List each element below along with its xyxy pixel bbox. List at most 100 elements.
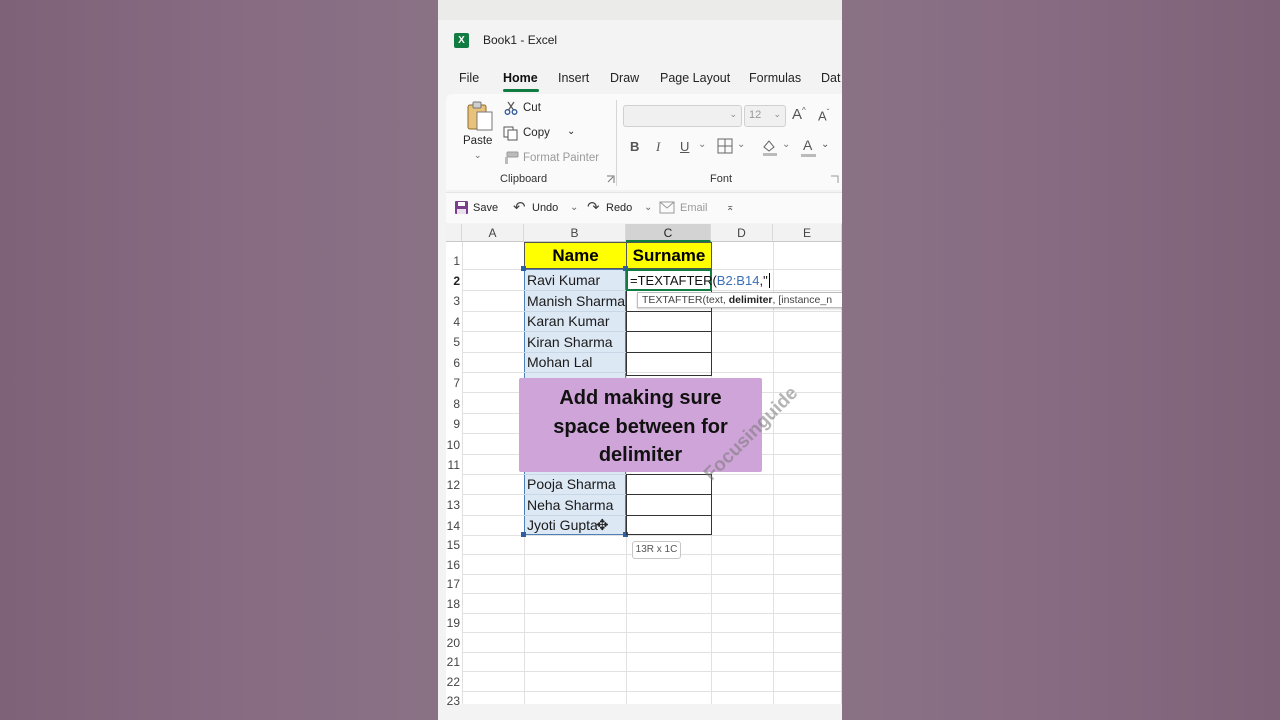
column-header-e[interactable]: E (773, 224, 842, 242)
font-group-label: Font (710, 173, 733, 185)
row-header-11[interactable]: 11 (446, 458, 462, 472)
paste-dropdown-icon[interactable]: ⌄ (474, 150, 482, 161)
save-icon[interactable] (454, 200, 469, 215)
row-header-5[interactable]: 5 (446, 335, 462, 349)
row-header-20[interactable]: 20 (446, 636, 462, 650)
row-header-14[interactable]: 14 (446, 519, 462, 533)
cell-b2[interactable]: Ravi Kumar (524, 272, 626, 288)
underline-button[interactable]: U (680, 139, 689, 154)
redo-button[interactable]: Redo (606, 202, 632, 214)
undo-icon[interactable]: ↶ (513, 198, 526, 216)
font-color-dropdown-icon[interactable]: ⌄ (821, 139, 829, 150)
font-size-value: 12 (749, 109, 762, 121)
cell-b6[interactable]: Mohan Lal (524, 354, 626, 370)
row-header-22[interactable]: 22 (446, 675, 462, 689)
active-cell-c2[interactable]: =TEXTAFTER(B2:B14," (626, 269, 770, 291)
cell-b13[interactable]: Neha Sharma (524, 497, 626, 513)
cell-c1-surname-header[interactable]: Surname (626, 242, 712, 269)
formula-range-ref: B2:B14 (716, 273, 760, 288)
tab-home[interactable]: Home (503, 71, 538, 85)
title-bar: X Book1 - Excel (438, 24, 842, 58)
function-argument-tooltip[interactable]: TEXTAFTER(text, delimiter, [instance_n (637, 292, 842, 308)
gridline (462, 632, 842, 633)
cell-b3[interactable]: Manish Sharma (524, 293, 626, 309)
row-header-1[interactable]: 1 (446, 254, 462, 268)
row-header-18[interactable]: 18 (446, 597, 462, 611)
cell-b14[interactable]: Jyoti Gupta (524, 517, 626, 533)
fill-color-dropdown-icon[interactable]: ⌄ (782, 139, 790, 150)
tab-formulas[interactable]: Formulas (749, 71, 801, 85)
format-painter-button[interactable]: Format Painter (523, 152, 599, 164)
row-header-16[interactable]: 16 (446, 558, 462, 572)
cell-b5[interactable]: Kiran Sharma (524, 334, 626, 350)
row-header-17[interactable]: 17 (446, 577, 462, 591)
tab-page-layout[interactable]: Page Layout (660, 71, 730, 85)
range-handle[interactable] (521, 266, 526, 271)
row-header-6[interactable]: 6 (446, 356, 462, 370)
column-header-c[interactable]: C (626, 224, 711, 242)
undo-dropdown-icon[interactable]: ⌄ (570, 202, 578, 213)
column-header-b[interactable]: B (524, 224, 626, 242)
gridline (462, 691, 842, 692)
gridline (462, 652, 842, 653)
format-painter-icon[interactable] (503, 151, 519, 165)
tab-data[interactable]: Dat (821, 71, 840, 85)
copy-button[interactable]: Copy (523, 127, 550, 139)
row-header-7[interactable]: 7 (446, 376, 462, 390)
scissors-icon[interactable] (504, 101, 518, 115)
borders-dropdown-icon[interactable]: ⌄ (737, 139, 745, 150)
row-header-3[interactable]: 3 (446, 294, 462, 308)
caption-line-1: Add making sure (559, 387, 722, 409)
row-header-15[interactable]: 15 (446, 538, 462, 552)
column-header-a[interactable]: A (462, 224, 524, 242)
row-header-4[interactable]: 4 (446, 315, 462, 329)
cut-button[interactable]: Cut (523, 102, 541, 114)
italic-button[interactable]: I (656, 139, 660, 155)
redo-dropdown-icon[interactable]: ⌄ (644, 202, 652, 213)
redo-icon[interactable]: ↷ (587, 198, 600, 216)
row-header-12[interactable]: 12 (446, 478, 462, 492)
excel-app-window: X Book1 - Excel File Home Insert Draw Pa… (438, 0, 842, 720)
tab-file[interactable]: File (459, 71, 479, 85)
tab-insert[interactable]: Insert (558, 71, 589, 85)
shrink-font-icon[interactable]: Aˇ (818, 108, 829, 123)
copy-dropdown-icon[interactable]: ⌄ (567, 126, 575, 137)
row-header-21[interactable]: 21 (446, 655, 462, 669)
email-button[interactable]: Email (680, 202, 708, 214)
dialog-launcher-icon[interactable] (606, 175, 615, 184)
fill-color-icon[interactable] (761, 138, 779, 156)
underline-dropdown-icon[interactable]: ⌄ (698, 139, 706, 150)
font-dialog-launcher-icon[interactable] (830, 175, 839, 184)
borders-icon[interactable] (717, 138, 733, 154)
font-name-combo[interactable]: ⌄ (623, 105, 742, 127)
font-color-icon[interactable]: A (803, 137, 812, 153)
paste-icon[interactable] (465, 100, 495, 132)
chevron-down-icon: ⌄ (773, 109, 781, 119)
paste-button[interactable]: Paste (463, 135, 492, 147)
tooltip-current-arg: delimiter (728, 294, 773, 306)
font-size-combo[interactable]: 12 ⌄ (744, 105, 786, 127)
cell-b4[interactable]: Karan Kumar (524, 313, 626, 329)
copy-icon[interactable] (503, 126, 519, 141)
email-icon[interactable] (659, 201, 675, 214)
row-header-23[interactable]: 23 (446, 694, 462, 708)
row-header-13[interactable]: 13 (446, 498, 462, 512)
row-header-19[interactable]: 19 (446, 616, 462, 630)
row-header-10[interactable]: 10 (446, 438, 462, 452)
save-button[interactable]: Save (473, 202, 498, 214)
font-color-swatch (801, 154, 816, 157)
tab-draw[interactable]: Draw (610, 71, 639, 85)
grow-font-icon[interactable]: A^ (792, 106, 806, 123)
cell-b1-name-header[interactable]: Name (524, 242, 627, 269)
row-header-2[interactable]: 2 (446, 274, 462, 288)
customize-toolbar-icon[interactable]: ⌅ (726, 202, 734, 213)
row-header-8[interactable]: 8 (446, 397, 462, 411)
undo-button[interactable]: Undo (532, 202, 558, 214)
ribbon-tabs: File Home Insert Draw Page Layout Formul… (438, 64, 842, 94)
bold-button[interactable]: B (630, 139, 639, 154)
formula-editor[interactable]: =TEXTAFTER(B2:B14," (630, 273, 770, 288)
select-all-corner[interactable] (446, 224, 462, 242)
column-header-d[interactable]: D (711, 224, 773, 242)
row-header-9[interactable]: 9 (446, 417, 462, 431)
cell-b12[interactable]: Pooja Sharma (524, 476, 626, 492)
